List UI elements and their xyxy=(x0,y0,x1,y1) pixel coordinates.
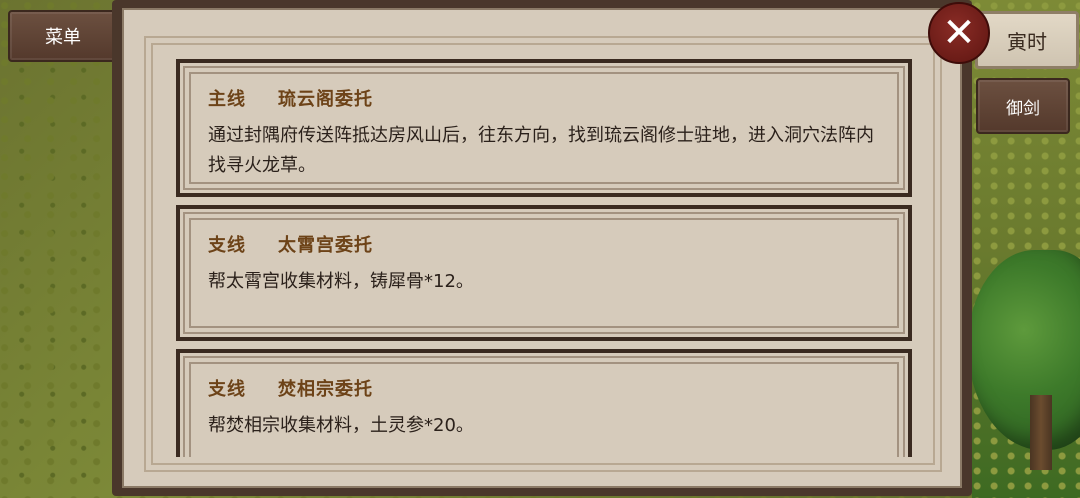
quest-type-label: 支线 xyxy=(208,379,246,400)
quest-title: 琉云阁委托 xyxy=(278,89,373,110)
quest-title: 太霄宫委托 xyxy=(278,235,373,256)
quest-description: 通过封隅府传送阵抵达房风山后，往东方向，找到琉云阁修士驻地，进入洞穴法阵内找寻火… xyxy=(208,125,874,176)
quest-header: 主线 琉云阁委托 xyxy=(208,85,373,111)
quest-title: 焚相宗委托 xyxy=(278,379,373,400)
menu-button[interactable]: 菜单 xyxy=(8,10,118,62)
tree-trunk xyxy=(1030,395,1052,470)
quest-description: 帮焚相宗收集材料，土灵参*20。 xyxy=(208,415,474,436)
quest-card-side-1[interactable]: 支线 太霄宫委托 帮太霄宫收集材料，铸犀骨*12。 xyxy=(176,205,912,341)
quest-description: 帮太霄宫收集材料，铸犀骨*12。 xyxy=(208,271,474,292)
quest-type-label: 支线 xyxy=(208,235,246,256)
quest-header: 支线 太霄宫委托 xyxy=(208,231,373,257)
sword-flight-button[interactable]: 御剑 xyxy=(976,78,1070,134)
quest-card-main[interactable]: 主线 琉云阁委托 通过封隅府传送阵抵达房风山后，往东方向，找到琉云阁修士驻地，进入… xyxy=(176,59,912,197)
time-indicator: 寅时 xyxy=(975,11,1079,69)
close-icon[interactable]: ✕ xyxy=(928,2,990,64)
quest-header: 支线 焚相宗委托 xyxy=(208,375,373,401)
quest-type-label: 主线 xyxy=(208,89,246,110)
quest-list[interactable]: 主线 琉云阁委托 通过封隅府传送阵抵达房风山后，往东方向，找到琉云阁修士驻地，进入… xyxy=(176,55,912,457)
quest-card-side-2[interactable]: 支线 焚相宗委托 帮焚相宗收集材料，土灵参*20。 xyxy=(176,349,912,457)
